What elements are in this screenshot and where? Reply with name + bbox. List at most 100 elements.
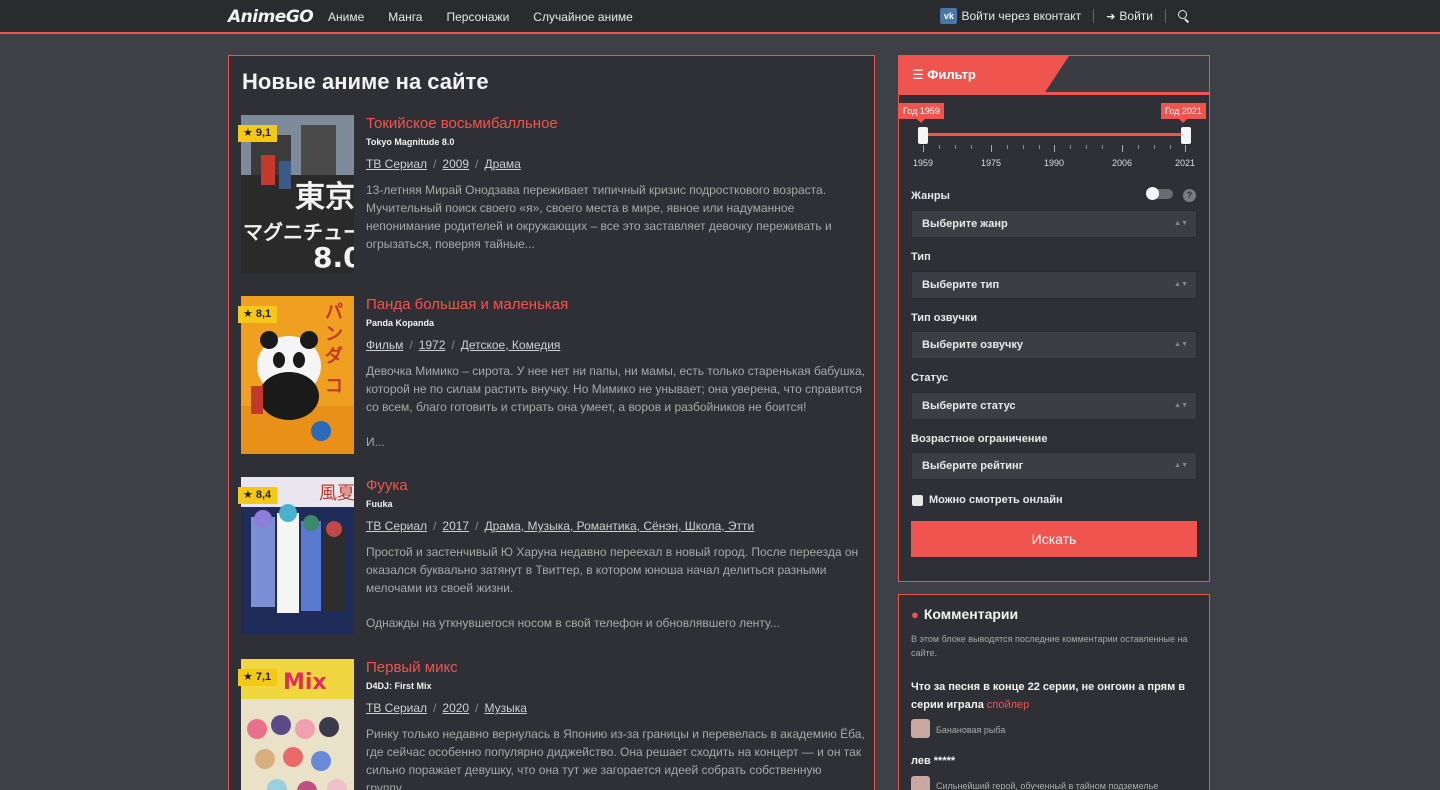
comment-anime-link[interactable]: Банановая рыба <box>936 725 1005 735</box>
search-icon[interactable] <box>1178 10 1190 22</box>
rating-badge: ★ 7,1 <box>238 669 278 686</box>
svg-text:東京: 東京 <box>295 180 354 215</box>
rating-badge: ★ 8,1 <box>238 306 278 323</box>
anime-year-link[interactable]: 2017 <box>442 519 469 533</box>
comments-panel: ● Комментарии В этом блоке выводятся посл… <box>898 594 1210 790</box>
slider-tick <box>1054 145 1055 152</box>
main-nav: Аниме Манга Персонажи Случайное аниме <box>328 10 657 24</box>
status-select[interactable]: Выберите статус ▲▼ <box>911 392 1197 420</box>
chevron-updown-icon: ▲▼ <box>1174 341 1188 348</box>
anime-year-link[interactable]: 1972 <box>419 338 446 352</box>
anime-genres-link[interactable]: Драма, Музыка, Романтика, Сёнэн, Школа, … <box>484 519 754 533</box>
chevron-updown-icon: ▲▼ <box>1174 462 1188 469</box>
age-rating-select[interactable]: Выберите рейтинг ▲▼ <box>911 452 1197 480</box>
genres-label: Жанры <box>911 190 950 202</box>
slider-tick <box>1023 145 1024 149</box>
anime-type-link[interactable]: ТВ Сериал <box>366 157 427 171</box>
chevron-updown-icon: ▲▼ <box>1174 281 1188 288</box>
slider-tick-label: 1959 <box>912 158 934 168</box>
nav-characters[interactable]: Персонажи <box>446 10 509 24</box>
svg-text:Mix: Mix <box>283 670 327 695</box>
star-icon: ★ <box>243 127 253 139</box>
slider-tick-label: 1990 <box>1043 158 1065 168</box>
search-button[interactable]: Искать <box>911 521 1197 557</box>
vk-icon[interactable]: vk <box>940 8 958 24</box>
slider-tick <box>1154 145 1155 149</box>
slider-tick <box>971 145 972 149</box>
slider-tick <box>1039 145 1040 149</box>
filter-header: ☰ Фильтр <box>899 56 1209 94</box>
anime-original-title: D4DJ: First Mix <box>366 681 432 691</box>
anime-meta: Фильм/1972/Детское, Комедия <box>366 338 561 352</box>
slider-tick <box>1122 145 1123 152</box>
anime-type-link[interactable]: ТВ Сериал <box>366 701 427 715</box>
year-slider-handle-from[interactable] <box>918 127 928 144</box>
status-label: Статус <box>911 372 949 384</box>
chevron-updown-icon: ▲▼ <box>1174 402 1188 409</box>
svg-text:ン: ン <box>325 324 343 345</box>
comment-text[interactable]: лев ***** <box>911 752 1206 770</box>
filter-icon: ☰ <box>912 67 928 82</box>
login-link[interactable]: Войти <box>1119 9 1153 23</box>
site-logo[interactable]: AnimeGO <box>228 7 314 27</box>
spoiler-link[interactable]: спойлер <box>987 699 1029 711</box>
slider-tick <box>1170 145 1171 149</box>
filter-title: ☰ Фильтр <box>912 67 976 82</box>
anime-type-link[interactable]: ТВ Сериал <box>366 519 427 533</box>
slider-tick <box>1070 145 1071 149</box>
nav-manga[interactable]: Манга <box>388 10 422 24</box>
anime-genres-link[interactable]: Драма <box>484 157 520 171</box>
type-select[interactable]: Выберите тип ▲▼ <box>911 271 1197 299</box>
login-icon[interactable]: ➜ <box>1106 10 1115 23</box>
slider-tick <box>1086 145 1087 149</box>
slider-tick <box>1138 145 1139 149</box>
nav-random-anime[interactable]: Случайное аниме <box>533 10 633 24</box>
anime-year-link[interactable]: 2009 <box>442 157 469 171</box>
slider-tick <box>955 145 956 149</box>
nav-anime[interactable]: Аниме <box>328 10 364 24</box>
anime-meta: ТВ Сериал/2020/Музыка <box>366 701 527 715</box>
rating-badge: ★ 9,1 <box>238 125 278 142</box>
anime-genres-link[interactable]: Музыка <box>484 701 526 715</box>
type-label: Тип <box>911 251 931 263</box>
anime-meta: ТВ Сериал/2009/Драма <box>366 157 521 171</box>
age-label: Возрастное ограничение <box>911 433 1048 445</box>
filter-divider <box>899 92 1209 95</box>
star-icon: ★ <box>243 489 253 501</box>
slider-tick <box>939 145 940 149</box>
top-navbar: AnimeGO Аниме Манга Персонажи Случайное … <box>0 0 1440 34</box>
svg-text:ダ: ダ <box>325 345 343 367</box>
page-title: Новые аниме на сайте <box>242 69 489 94</box>
anime-title-link[interactable]: Первый микс <box>366 659 458 676</box>
slider-tick-label: 2006 <box>1111 158 1133 168</box>
slider-tick <box>923 145 924 152</box>
online-checkbox[interactable] <box>912 495 923 506</box>
genres-mode-toggle[interactable] <box>1146 187 1173 200</box>
vk-login-link[interactable]: Войти через вконтакт <box>961 9 1081 23</box>
anime-title-link[interactable]: Панда большая и маленькая <box>366 296 568 313</box>
anime-title-link[interactable]: Токийское восьмибалльное <box>366 115 558 132</box>
help-icon[interactable]: ? <box>1183 189 1196 202</box>
comment-icon: ● <box>911 607 919 622</box>
nav-divider <box>1165 9 1166 23</box>
comment-anime-link[interactable]: Сильнейший герой, обученный в тайном под… <box>936 781 1158 790</box>
comment-text[interactable]: Что за песня в конце 22 серии, не онгоин… <box>911 678 1206 714</box>
online-checkbox-label[interactable]: Можно смотреть онлайн <box>929 494 1063 506</box>
voice-label: Тип озвучки <box>911 312 978 324</box>
avatar[interactable] <box>911 719 930 738</box>
anime-genres-link[interactable]: Детское, Комедия <box>461 338 561 352</box>
year-slider-handle-to[interactable] <box>1181 127 1191 144</box>
avatar[interactable] <box>911 776 930 790</box>
anime-description: Ринку только недавно вернулась в Японию … <box>366 727 865 790</box>
slider-tick-label: 2021 <box>1174 158 1196 168</box>
slider-tick <box>1185 145 1186 152</box>
voice-select[interactable]: Выберите озвучку ▲▼ <box>911 331 1197 359</box>
year-from-badge: Год 1959 <box>899 103 944 123</box>
genre-select[interactable]: Выберите жанр ▲▼ <box>911 210 1197 238</box>
chevron-updown-icon: ▲▼ <box>1174 220 1188 227</box>
anime-type-link[interactable]: Фильм <box>366 338 403 352</box>
anime-year-link[interactable]: 2020 <box>442 701 469 715</box>
year-slider-track[interactable] <box>923 133 1185 136</box>
anime-original-title: Fuuka <box>366 499 393 509</box>
anime-title-link[interactable]: Фуука <box>366 477 408 494</box>
